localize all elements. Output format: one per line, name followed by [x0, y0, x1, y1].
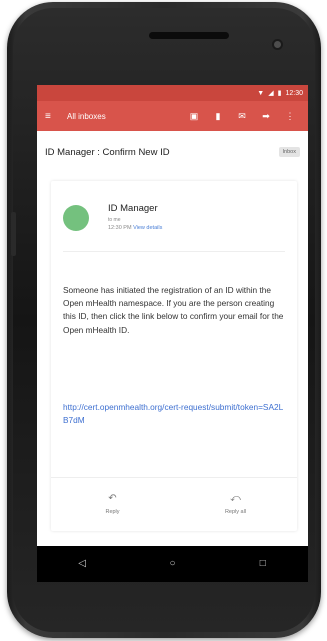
- reply-all-label: Reply all: [224, 509, 247, 515]
- email-card: ID Manager to me 12:30 PM View details S…: [51, 181, 297, 531]
- view-details-link[interactable]: View details: [133, 225, 162, 231]
- menu-icon[interactable]: ≡: [45, 111, 67, 122]
- sender-meta: 12:30 PM View details: [108, 225, 162, 231]
- home-icon[interactable]: ○: [160, 559, 184, 569]
- reply-label: Reply: [105, 509, 120, 515]
- battery-icon: ▮: [277, 89, 282, 97]
- subject-row: ID Manager : Confirm New ID Inbox: [37, 131, 308, 173]
- email-time: 12:30 PM: [108, 225, 132, 231]
- navigation-bar: ◁ ○ □: [37, 546, 308, 582]
- avatar: [63, 205, 89, 231]
- reply-bar: ↶ Reply ⤺ Reply all: [51, 477, 297, 531]
- status-bar: ▼ ◢ ▮ 12:30: [37, 85, 308, 101]
- more-icon[interactable]: ⋮: [278, 111, 302, 121]
- phone-screen: ▼ ◢ ▮ 12:30 ≡ All inboxes ▣ ▮ ✉ ➡ ⋮ ID M…: [37, 85, 308, 582]
- archive-icon[interactable]: ▣: [182, 111, 206, 121]
- divider: [63, 251, 285, 252]
- mail-icon[interactable]: ✉: [230, 111, 254, 121]
- inbox-label-chip[interactable]: Inbox: [278, 147, 300, 157]
- toolbar-title: All inboxes: [67, 111, 106, 121]
- wifi-icon: ▼: [257, 89, 265, 97]
- reply-all-icon: ⤺: [230, 493, 241, 504]
- front-camera: [272, 39, 283, 50]
- recents-icon[interactable]: □: [251, 559, 275, 569]
- side-button: [11, 212, 16, 256]
- reply-button[interactable]: ↶ Reply: [51, 478, 174, 531]
- status-time: 12:30: [285, 89, 303, 97]
- delete-icon[interactable]: ▮: [206, 111, 230, 121]
- sender-row[interactable]: ID Manager to me 12:30 PM View details: [63, 197, 283, 241]
- signal-icon: ◢: [268, 89, 274, 97]
- confirm-link[interactable]: http://cert.openmhealth.org/cert-request…: [63, 401, 285, 427]
- sender-recipient: to me: [108, 217, 121, 223]
- speaker-grille: [149, 32, 229, 39]
- back-icon[interactable]: ◁: [70, 559, 94, 569]
- email-subject: ID Manager : Confirm New ID: [45, 146, 170, 158]
- sender-name: ID Manager: [108, 203, 158, 214]
- email-body: Someone has initiated the registration o…: [63, 285, 284, 335]
- app-toolbar: ≡ All inboxes ▣ ▮ ✉ ➡ ⋮: [37, 101, 308, 131]
- reply-icon: ↶: [108, 493, 117, 504]
- move-icon[interactable]: ➡: [254, 111, 278, 121]
- reply-all-button[interactable]: ⤺ Reply all: [174, 478, 297, 531]
